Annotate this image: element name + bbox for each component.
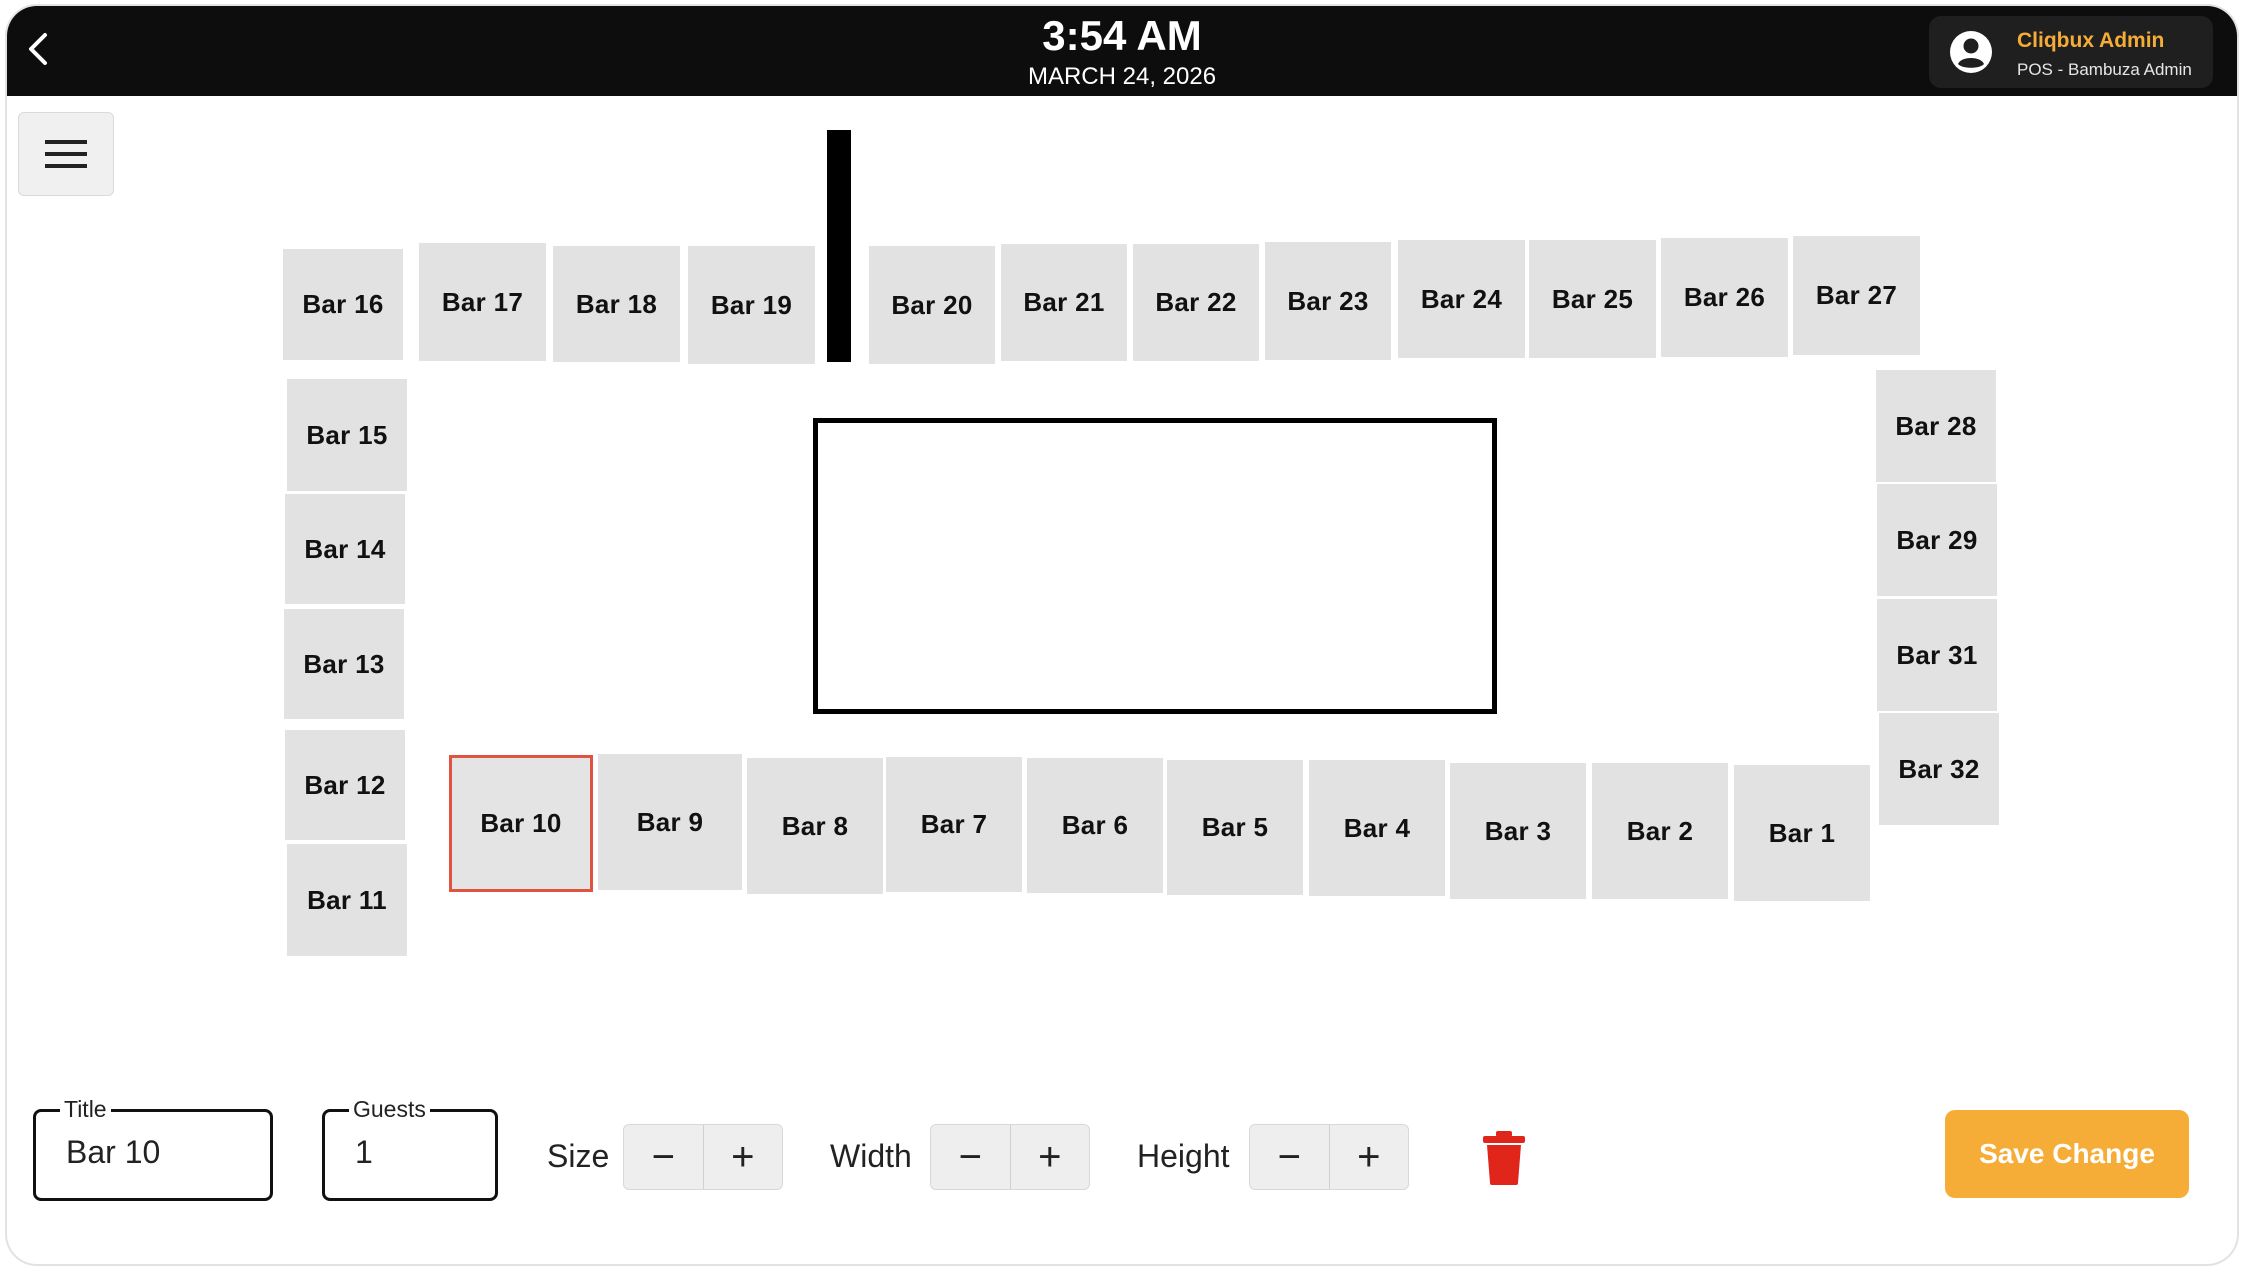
title-input[interactable] xyxy=(66,1134,254,1171)
title-field-label: Title xyxy=(60,1094,111,1124)
trash-icon xyxy=(1483,1131,1525,1185)
table-bar-24[interactable]: Bar 24 xyxy=(1398,240,1525,358)
hamburger-menu-icon xyxy=(45,140,87,168)
table-bar-27[interactable]: Bar 27 xyxy=(1793,236,1920,355)
table-bar-7[interactable]: Bar 7 xyxy=(886,757,1022,892)
table-bar-26[interactable]: Bar 26 xyxy=(1661,238,1788,357)
clock-date: MARCH 24, 2026 xyxy=(1027,63,1217,90)
clock-time: 3:54 AM xyxy=(1042,12,1202,59)
table-bar-23[interactable]: Bar 23 xyxy=(1265,242,1391,360)
title-field[interactable]: Title xyxy=(33,1094,273,1201)
height-decrease-button[interactable]: − xyxy=(1250,1125,1329,1189)
table-bar-3[interactable]: Bar 3 xyxy=(1450,763,1586,899)
width-stepper: − + xyxy=(930,1124,1090,1190)
table-bar-10[interactable]: Bar 10 xyxy=(449,755,593,892)
table-bar-5[interactable]: Bar 5 xyxy=(1167,760,1303,895)
table-bar-8[interactable]: Bar 8 xyxy=(747,758,883,894)
height-increase-button[interactable]: + xyxy=(1328,1125,1409,1189)
bar-counter-area xyxy=(813,418,1497,714)
table-bar-13[interactable]: Bar 13 xyxy=(284,609,404,719)
size-decrease-button[interactable]: − xyxy=(624,1125,703,1189)
table-bar-1[interactable]: Bar 1 xyxy=(1734,765,1870,901)
height-stepper: − + xyxy=(1249,1124,1409,1190)
table-bar-4[interactable]: Bar 4 xyxy=(1309,760,1445,896)
user-avatar-icon xyxy=(1950,31,1992,73)
table-bar-28[interactable]: Bar 28 xyxy=(1876,370,1996,482)
guests-input[interactable] xyxy=(355,1134,491,1171)
guests-field[interactable]: Guests xyxy=(322,1094,498,1201)
table-bar-11[interactable]: Bar 11 xyxy=(287,844,407,956)
table-bar-19[interactable]: Bar 19 xyxy=(688,246,815,364)
table-bar-9[interactable]: Bar 9 xyxy=(598,754,742,890)
table-bar-31[interactable]: Bar 31 xyxy=(1877,599,1997,711)
table-bar-29[interactable]: Bar 29 xyxy=(1877,484,1997,596)
table-bar-15[interactable]: Bar 15 xyxy=(287,379,407,491)
user-role: POS - Bambuza Admin xyxy=(2017,60,2192,79)
floor-divider-wall xyxy=(827,130,851,362)
table-bar-14[interactable]: Bar 14 xyxy=(285,494,405,604)
delete-button[interactable] xyxy=(1481,1130,1527,1186)
user-name: Cliqbux Admin xyxy=(2017,29,2165,52)
width-increase-button[interactable]: + xyxy=(1009,1125,1090,1189)
width-decrease-button[interactable]: − xyxy=(931,1125,1010,1189)
table-bar-2[interactable]: Bar 2 xyxy=(1592,763,1728,899)
table-bar-18[interactable]: Bar 18 xyxy=(553,246,680,362)
table-bar-16[interactable]: Bar 16 xyxy=(283,249,403,360)
table-bar-20[interactable]: Bar 20 xyxy=(869,246,995,364)
table-bar-21[interactable]: Bar 21 xyxy=(1001,244,1127,361)
height-label: Height xyxy=(1137,1138,1230,1174)
table-bar-6[interactable]: Bar 6 xyxy=(1027,758,1163,893)
guests-field-label: Guests xyxy=(349,1094,430,1124)
table-bar-25[interactable]: Bar 25 xyxy=(1529,240,1656,358)
size-label: Size xyxy=(547,1138,610,1174)
menu-button[interactable] xyxy=(18,112,114,196)
table-bar-32[interactable]: Bar 32 xyxy=(1879,713,1999,825)
top-bar: 3:54 AM MARCH 24, 2026 Cliqbux Admin POS… xyxy=(7,6,2237,96)
table-bar-17[interactable]: Bar 17 xyxy=(419,243,546,361)
size-increase-button[interactable]: + xyxy=(702,1125,783,1189)
width-label: Width xyxy=(830,1138,912,1174)
user-profile[interactable]: Cliqbux Admin POS - Bambuza Admin xyxy=(1929,16,2213,88)
table-bar-22[interactable]: Bar 22 xyxy=(1133,244,1259,361)
table-bar-12[interactable]: Bar 12 xyxy=(285,730,405,840)
save-change-button[interactable]: Save Change xyxy=(1945,1110,2189,1198)
size-stepper: − + xyxy=(623,1124,783,1190)
app-frame: 3:54 AM MARCH 24, 2026 Cliqbux Admin POS… xyxy=(7,6,2237,1264)
